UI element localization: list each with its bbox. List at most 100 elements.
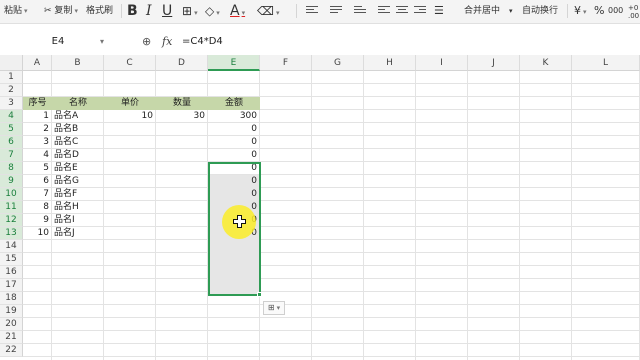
cell-qty[interactable]: [156, 188, 208, 201]
column-header[interactable]: F: [260, 55, 312, 71]
cell-no[interactable]: 4: [23, 149, 52, 162]
cell-qty[interactable]: [156, 227, 208, 240]
cell-price[interactable]: 10: [104, 110, 156, 123]
border-icon[interactable]: ⊞ ▾: [182, 3, 198, 19]
row-header[interactable]: 8: [0, 162, 23, 175]
font-color-button[interactable]: A ▾: [230, 3, 245, 19]
cell-name[interactable]: 品名B: [52, 123, 104, 136]
row-header[interactable]: 9: [0, 175, 23, 188]
thousands-button[interactable]: 000: [608, 3, 623, 19]
row-header[interactable]: 10: [0, 188, 23, 201]
cell-price[interactable]: [104, 123, 156, 136]
decimal-increase-button[interactable]: +0 .00: [628, 4, 639, 20]
column-header[interactable]: I: [416, 55, 468, 71]
header-cell-amount[interactable]: 金额: [208, 97, 260, 110]
row-header[interactable]: 12: [0, 214, 23, 227]
eraser-icon[interactable]: ⌫ ▾: [257, 3, 279, 19]
wrap-text-button[interactable]: 自动换行: [522, 3, 558, 19]
fill-color-icon[interactable]: ◇ ▾: [205, 3, 220, 19]
column-header[interactable]: A: [23, 55, 52, 71]
cell-no[interactable]: 9: [23, 214, 52, 227]
percent-button[interactable]: %: [594, 3, 604, 19]
row-header[interactable]: 13: [0, 227, 23, 240]
row-header[interactable]: 17: [0, 279, 23, 292]
row-header[interactable]: 4: [0, 110, 23, 123]
row-header[interactable]: 20: [0, 318, 23, 331]
cell-price[interactable]: [104, 227, 156, 240]
column-header[interactable]: C: [104, 55, 156, 71]
cell-no[interactable]: 5: [23, 162, 52, 175]
cell-no[interactable]: 2: [23, 123, 52, 136]
zoom-search-icon[interactable]: ⊕: [142, 33, 151, 51]
column-header[interactable]: D: [156, 55, 208, 71]
autofill-options-button[interactable]: ⊞ ▾: [263, 301, 285, 315]
row-header[interactable]: 18: [0, 292, 23, 305]
underline-button[interactable]: U: [162, 3, 172, 19]
cell-price[interactable]: [104, 214, 156, 227]
header-cell-no[interactable]: 序号: [23, 97, 52, 110]
align-middle-icon[interactable]: [330, 6, 342, 16]
cell-name[interactable]: 品名G: [52, 175, 104, 188]
cell-amount[interactable]: 0: [208, 136, 260, 149]
currency-button[interactable]: ¥ ▾: [574, 3, 587, 19]
column-header[interactable]: J: [468, 55, 520, 71]
row-header[interactable]: 16: [0, 266, 23, 279]
cell-price[interactable]: [104, 188, 156, 201]
cell-qty[interactable]: [156, 123, 208, 136]
cell-name[interactable]: 品名C: [52, 136, 104, 149]
format-painter-button[interactable]: 格式刷: [86, 3, 113, 19]
cell-name[interactable]: 品名D: [52, 149, 104, 162]
header-cell-price[interactable]: 单价: [104, 97, 156, 110]
column-header[interactable]: K: [520, 55, 572, 71]
column-header[interactable]: L: [572, 55, 640, 71]
cell-no[interactable]: 10: [23, 227, 52, 240]
cell-qty[interactable]: [156, 175, 208, 188]
row-header[interactable]: 14: [0, 240, 23, 253]
row-header[interactable]: 3: [0, 97, 23, 110]
merge-dropdown[interactable]: ▾: [509, 3, 513, 19]
column-header[interactable]: G: [312, 55, 364, 71]
row-header[interactable]: 22: [0, 344, 23, 357]
cell-qty[interactable]: [156, 214, 208, 227]
header-cell-qty[interactable]: 数量: [156, 97, 208, 110]
cell-qty[interactable]: 30: [156, 110, 208, 123]
cell-no[interactable]: 3: [23, 136, 52, 149]
cell-name[interactable]: 品名A: [52, 110, 104, 123]
cell-name[interactable]: 品名J: [52, 227, 104, 240]
cell-price[interactable]: [104, 162, 156, 175]
fill-handle[interactable]: [257, 292, 262, 297]
cell-price[interactable]: [104, 136, 156, 149]
chevron-down-icon[interactable]: ▾: [100, 33, 104, 51]
cell-amount[interactable]: 300: [208, 110, 260, 123]
cell-qty[interactable]: [156, 149, 208, 162]
align-top-icon[interactable]: [306, 6, 318, 16]
cell-price[interactable]: [104, 175, 156, 188]
row-header[interactable]: 1: [0, 71, 23, 84]
cell-name[interactable]: 品名E: [52, 162, 104, 175]
spreadsheet-grid[interactable]: ABCDEFGHIJKL 1 2 3 4 5 6 7 8 9 10 11 12 13 14 15 16 17 18…: [0, 55, 640, 360]
cell-amount[interactable]: 0: [208, 149, 260, 162]
header-cell-name[interactable]: 名称: [52, 97, 104, 110]
copy-button[interactable]: ✂ 复制 ▾: [44, 3, 78, 19]
row-header[interactable]: 7: [0, 149, 23, 162]
row-header[interactable]: 5: [0, 123, 23, 136]
distribute-icon[interactable]: ☰: [434, 3, 444, 19]
align-left-icon[interactable]: [378, 6, 390, 16]
cell-price[interactable]: [104, 201, 156, 214]
cell-no[interactable]: 8: [23, 201, 52, 214]
paste-button[interactable]: 粘贴 ▾: [4, 3, 28, 19]
column-header[interactable]: H: [364, 55, 416, 71]
formula-input[interactable]: =C4*D4: [182, 33, 223, 51]
row-header[interactable]: 11: [0, 201, 23, 214]
align-center-icon[interactable]: [396, 6, 408, 16]
column-header[interactable]: E: [208, 55, 260, 71]
row-header[interactable]: 15: [0, 253, 23, 266]
cell-name[interactable]: 品名F: [52, 188, 104, 201]
row-header[interactable]: 2: [0, 84, 23, 97]
cell-qty[interactable]: [156, 136, 208, 149]
cell-no[interactable]: 7: [23, 188, 52, 201]
cell-qty[interactable]: [156, 162, 208, 175]
fx-button[interactable]: fx: [162, 33, 172, 51]
name-box[interactable]: E4: [2, 33, 114, 51]
italic-button[interactable]: I: [146, 3, 152, 19]
